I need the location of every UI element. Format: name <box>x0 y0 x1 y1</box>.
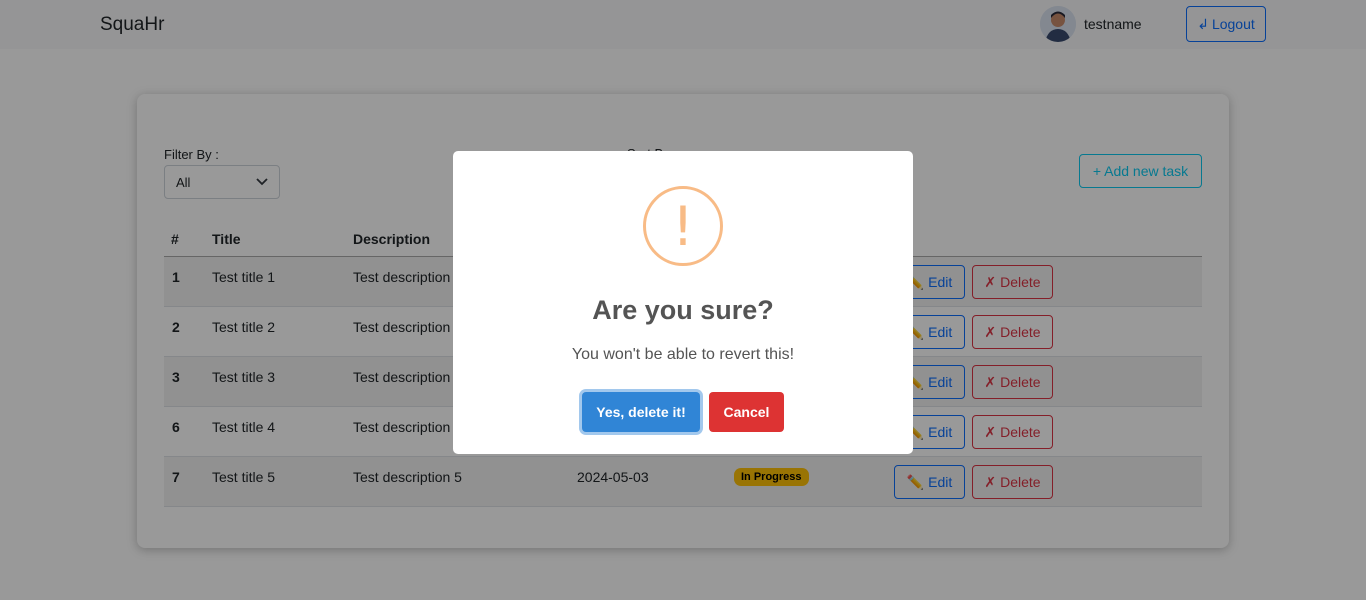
cancel-button[interactable]: Cancel <box>709 392 784 432</box>
confirm-dialog: ! Are you sure? You won't be able to rev… <box>453 151 913 454</box>
confirm-delete-button[interactable]: Yes, delete it! <box>582 392 700 432</box>
dialog-title: Are you sure? <box>592 295 774 325</box>
dialog-message: You won't be able to revert this! <box>571 346 795 363</box>
warning-icon: ! <box>643 186 723 266</box>
